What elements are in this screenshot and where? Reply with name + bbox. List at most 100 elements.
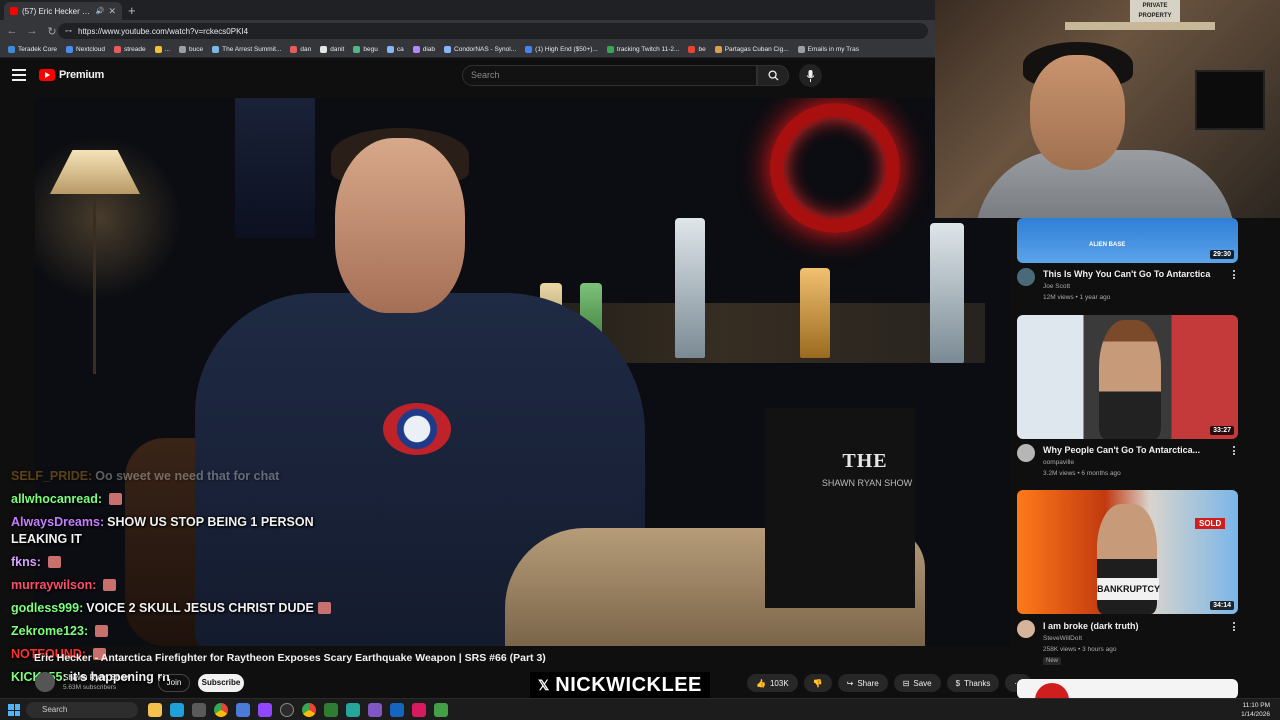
bookmark-item[interactable]: ... — [154, 46, 170, 53]
audio-icon[interactable]: 🔊 — [96, 7, 105, 15]
bookmark-item[interactable]: buce — [179, 46, 203, 53]
url-text: https://www.youtube.com/watch?v=rckecs0P… — [78, 26, 249, 36]
chrome-icon[interactable] — [302, 703, 316, 717]
bookmark-item[interactable]: ca — [386, 46, 404, 53]
site-info-icon[interactable]: ⊶ — [65, 27, 72, 35]
video-thumbnail[interactable]: 33:27 — [1017, 315, 1238, 439]
close-tab-icon[interactable]: ✕ — [108, 6, 116, 17]
channel-name[interactable]: Shawn Ryan Show — [63, 673, 131, 682]
forward-icon[interactable]: → — [26, 25, 38, 37]
save-label: Save — [913, 678, 932, 688]
video-thumbnail[interactable] — [1017, 679, 1238, 699]
reload-icon[interactable]: ↻ — [46, 25, 58, 38]
menu-icon[interactable] — [12, 69, 26, 81]
video-duration: 29:30 — [1210, 250, 1234, 259]
bookmark-label: Emails in my Tras — [807, 46, 859, 53]
taskbar-clock[interactable]: 11:10 PM 1/14/2026 — [1241, 701, 1270, 719]
channel-avatar[interactable] — [1017, 620, 1035, 638]
windows-taskbar: Search 11:10 PM 1/14/2026 — [0, 698, 1280, 720]
more-options-icon[interactable] — [1231, 270, 1237, 279]
more-options-icon[interactable] — [1231, 446, 1237, 455]
spreadsheet-icon[interactable] — [324, 703, 338, 717]
bookmark-item[interactable]: begu — [353, 46, 378, 53]
channel-avatar[interactable] — [1017, 268, 1035, 286]
join-button[interactable]: Join — [158, 674, 190, 692]
channel-row: Shawn Ryan Show 5.63M subscribers Join S… — [35, 670, 1032, 696]
like-button[interactable]: 👍 103K — [747, 674, 798, 692]
browser-tab[interactable]: (57) Eric Hecker - Antarctica 🔊 ✕ — [4, 2, 122, 20]
video-title[interactable]: This Is Why You Can't Go To Antarctica — [1043, 269, 1210, 279]
bookmark-item[interactable]: Nextcloud — [66, 46, 105, 53]
new-tab-button[interactable]: + — [128, 3, 136, 18]
bookmark-item[interactable]: Partagas Cuban Cig... — [714, 46, 789, 53]
webcam-monitor — [1195, 70, 1265, 130]
new-badge: New — [1043, 657, 1062, 665]
chat-username: allwhocanread: — [11, 492, 102, 506]
channel-name[interactable]: oompaville — [1043, 459, 1074, 466]
back-icon[interactable]: ← — [6, 25, 18, 37]
windows-start-icon[interactable] — [8, 704, 20, 716]
chrome-icon[interactable] — [214, 703, 228, 717]
bookmark-item[interactable]: be — [688, 46, 706, 53]
bookmark-item[interactable]: Emails in my Tras — [797, 46, 859, 53]
bookmark-item[interactable]: The Arrest Summit... — [212, 46, 281, 53]
file-explorer-icon[interactable] — [148, 703, 162, 717]
bookmark-item[interactable]: (1) High End ($50+)... — [525, 46, 598, 53]
store-icon[interactable] — [192, 703, 206, 717]
obs-icon[interactable] — [280, 703, 294, 717]
share-button[interactable]: ↪ Share — [837, 674, 888, 692]
video-actions: 👍103K 👎 ↪Share ⊟Save $Thanks ⋯ — [747, 674, 1032, 692]
search-input[interactable]: Search — [462, 65, 757, 86]
thumbs-up-icon: 👍 — [756, 678, 766, 688]
bookmark-item[interactable]: tracking Twitch 11-2... — [606, 46, 679, 53]
video-title[interactable]: I am broke (dark truth) — [1043, 621, 1139, 631]
chat-username: godless999: — [11, 601, 84, 615]
streamer-watermark: 𝕏 NICKWICKLEE — [530, 672, 710, 698]
bookmark-item[interactable]: dan — [290, 46, 311, 53]
bookmark-item[interactable]: streade — [113, 46, 146, 53]
bookmark-item[interactable]: diab — [412, 46, 435, 53]
bookmark-item[interactable]: CondorNAS - Synol... — [444, 46, 516, 53]
address-bar[interactable]: ⊶ https://www.youtube.com/watch?v=rckecs… — [58, 23, 928, 39]
video-thumbnail[interactable]: BANKRUPTCY SOLD 34:14 — [1017, 490, 1238, 614]
chat-username: SELF_PRIDE: — [11, 469, 93, 483]
chat-emote-icon — [317, 602, 331, 614]
flag-backdrop — [235, 98, 315, 238]
bottle — [930, 223, 964, 363]
youtube-logo[interactable]: Premium — [39, 69, 104, 81]
channel-name[interactable]: Joe Scott — [1043, 283, 1070, 290]
app-icon[interactable] — [390, 703, 404, 717]
taskbar-search[interactable]: Search — [26, 702, 138, 718]
app-icon[interactable] — [434, 703, 448, 717]
more-options-icon[interactable] — [1231, 622, 1237, 631]
voice-search-button[interactable] — [799, 64, 822, 87]
subscribe-button[interactable]: Subscribe — [198, 674, 244, 692]
channel-avatar[interactable] — [35, 672, 55, 692]
bookmark-item[interactable]: danit — [320, 46, 344, 53]
like-count: 103K — [769, 678, 789, 688]
bookmark-label: danit — [330, 46, 345, 53]
search-button[interactable] — [757, 65, 789, 86]
thumbs-down-icon: 👎 — [812, 678, 823, 688]
bookmark-item[interactable]: Teradek Core — [8, 46, 57, 53]
app-icon[interactable] — [368, 703, 382, 717]
app-icon[interactable] — [412, 703, 426, 717]
tab-title: (57) Eric Hecker - Antarctica — [22, 6, 92, 16]
bookmark-favicon-icon — [714, 46, 722, 53]
edge-icon[interactable] — [170, 703, 184, 717]
channel-avatar[interactable] — [1017, 444, 1035, 462]
channel-name[interactable]: SteveWillDoIt — [1043, 635, 1082, 642]
save-button[interactable]: ⊟ Save — [893, 674, 941, 692]
bag-logo-text: THE — [842, 450, 888, 472]
browser-tab-bar: (57) Eric Hecker - Antarctica 🔊 ✕ + — [0, 0, 935, 20]
thanks-button[interactable]: $ Thanks — [946, 674, 1000, 692]
chat-username: fkns: — [11, 555, 41, 569]
app-icon[interactable] — [346, 703, 360, 717]
bookmark-label: streade — [123, 46, 146, 53]
dislike-button[interactable]: 👎 — [803, 674, 832, 692]
video-title[interactable]: Why People Can't Go To Antarctica... — [1043, 445, 1200, 455]
thumbnail-caption: ALIEN BASE — [1089, 242, 1126, 248]
video-thumbnail[interactable]: ALIEN BASE 29:30 — [1017, 218, 1238, 263]
app-icon[interactable] — [236, 703, 250, 717]
twitch-icon[interactable] — [258, 703, 272, 717]
